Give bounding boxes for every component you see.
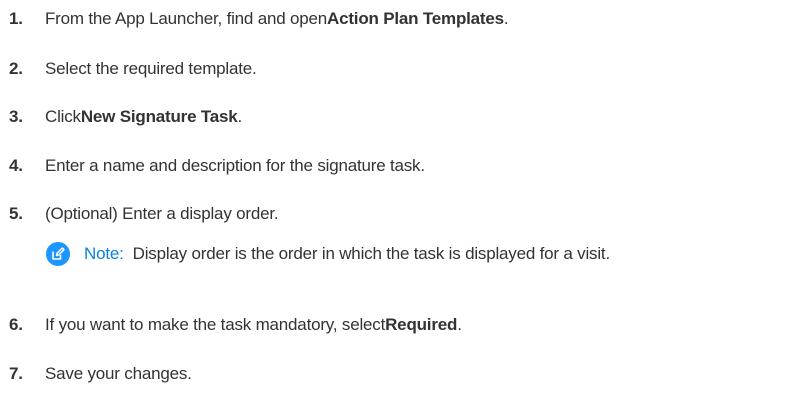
- step-bold-text: Required: [385, 315, 458, 334]
- step-text: If you want to make the task mandatory, …: [45, 315, 386, 334]
- step-text: From the App Launcher, find and open: [45, 9, 328, 28]
- step-text: Click: [45, 107, 81, 126]
- step-1: 1. From the App Launcher, find and open A…: [0, 4, 509, 34]
- note-text: Display order is the order in which the …: [132, 244, 611, 263]
- step-text-end: .: [503, 9, 509, 28]
- step-bold-text: Action Plan Templates: [327, 9, 504, 28]
- step-number: 6.: [9, 315, 23, 334]
- edit-icon: [46, 242, 70, 266]
- step-text: Save your changes.: [45, 364, 192, 383]
- step-number: 4.: [9, 156, 23, 175]
- step-bold-text: New Signature Task: [80, 107, 238, 126]
- step-2: 2. Select the required template.: [0, 54, 257, 84]
- step-number: 7.: [9, 364, 23, 383]
- step-text: (Optional) Enter a display order.: [45, 204, 279, 223]
- step-5: 5. (Optional) Enter a display order.: [0, 199, 279, 229]
- step-3: 3. Click New Signature Task.: [0, 102, 242, 132]
- note-label: Note:: [84, 244, 124, 263]
- step-6: 6. If you want to make the task mandatory…: [0, 310, 462, 340]
- note-callout: Note: Display order is the order in whic…: [46, 238, 610, 270]
- step-number: 2.: [9, 59, 23, 78]
- step-number: 1.: [9, 9, 23, 28]
- step-text-end: .: [457, 315, 462, 334]
- step-text: Enter a name and description for the sig…: [45, 156, 425, 175]
- step-text-end: .: [237, 107, 243, 126]
- step-7: 7. Save your changes.: [0, 359, 192, 389]
- step-4: 4. Enter a name and description for the s…: [0, 151, 425, 181]
- step-text: Select the required template.: [45, 59, 257, 78]
- step-number: 5.: [9, 204, 23, 223]
- step-number: 3.: [9, 107, 23, 126]
